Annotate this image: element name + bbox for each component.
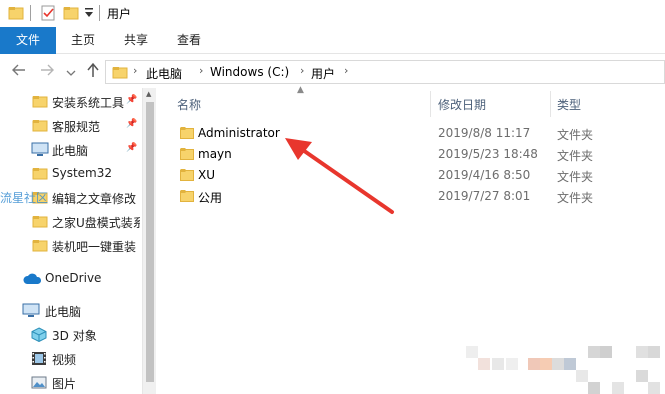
sidebar-item-label: 3D 对象: [52, 329, 97, 343]
file-row[interactable]: 公用 2019/7/27 8:01 文件夹: [157, 186, 665, 207]
breadcrumb-this-pc[interactable]: 此电脑: [146, 65, 182, 82]
sidebar-item-this-pc[interactable]: 此电脑: [0, 299, 142, 322]
file-modified: 2019/5/23 18:48: [438, 147, 538, 161]
folder-icon: [32, 118, 48, 136]
sidebar-item-label: 视频: [52, 353, 77, 367]
file-name: 公用: [198, 191, 223, 205]
sidebar-item-one-key-reinstall[interactable]: 装机吧一键重装: [0, 234, 142, 257]
sidebar-item-pictures[interactable]: 图片: [0, 371, 142, 394]
folder-icon: [180, 147, 194, 163]
column-header-modified[interactable]: 修改日期: [438, 96, 486, 113]
pin-icon[interactable]: 📌: [126, 119, 137, 129]
breadcrumb-windows-c[interactable]: Windows (C:): [210, 65, 289, 79]
file-type: 文件夹: [557, 149, 594, 163]
title-separator: [99, 5, 100, 21]
folder-icon: [32, 94, 48, 112]
up-arrow-icon[interactable]: [84, 62, 102, 82]
breadcrumb-chevron-icon[interactable]: ›: [344, 64, 348, 77]
recent-locations-chevron-icon[interactable]: [62, 65, 80, 81]
file-name: mayn: [198, 147, 232, 161]
pin-icon[interactable]: 📌: [126, 143, 137, 153]
sidebar-item-service-rules[interactable]: 客服规范 📌: [0, 114, 142, 137]
tab-share[interactable]: 共享: [119, 27, 153, 54]
sidebar-item-label: 此电脑: [52, 144, 89, 158]
folder-icon: [180, 189, 194, 205]
watermark-text: 流星社区: [0, 191, 49, 205]
scrollbar-thumb[interactable]: [146, 102, 154, 382]
tab-view[interactable]: 查看: [172, 27, 206, 54]
column-divider[interactable]: [430, 91, 431, 117]
title-bar: 用户: [0, 0, 665, 27]
file-modified: 2019/8/8 11:17: [438, 126, 531, 140]
sidebar-item-label: 安装系统工具: [52, 96, 125, 110]
cube-icon: [31, 327, 47, 345]
column-divider[interactable]: [550, 91, 551, 117]
scroll-up-arrow-icon[interactable]: ▲: [146, 90, 151, 98]
sidebar-item-label: 图片: [52, 377, 77, 391]
sidebar-item-install-tools[interactable]: 安装系统工具 📌: [0, 90, 142, 113]
folder-icon: [112, 65, 128, 83]
computer-icon: [22, 303, 40, 321]
file-type: 文件夹: [557, 170, 594, 184]
file-name: Administrator: [198, 126, 280, 140]
file-name: XU: [198, 168, 216, 182]
tab-file[interactable]: 文件: [0, 27, 56, 54]
sidebar-scrollbar[interactable]: ▲: [142, 88, 156, 394]
file-type: 文件夹: [557, 128, 594, 142]
sidebar-item-label: 客服规范: [52, 120, 101, 134]
navigation-pane: 安装系统工具 📌 客服规范 📌 此电脑 📌 System32 编辑之文章修改 之…: [0, 88, 142, 394]
film-icon: [31, 351, 47, 369]
title-separator: [30, 5, 31, 21]
file-modified: 2019/7/27 8:01: [438, 189, 531, 203]
sidebar-item-label: 编辑之文章修改: [52, 192, 137, 206]
sidebar-item-label: System32: [52, 166, 113, 180]
sidebar-item-label: 装机吧一键重装: [52, 240, 137, 254]
new-folder-icon[interactable]: [63, 5, 79, 24]
properties-checklist-icon[interactable]: [40, 5, 56, 24]
file-type: 文件夹: [557, 191, 594, 205]
sidebar-item-this-pc-pinned[interactable]: 此电脑 📌: [0, 138, 142, 161]
tab-home[interactable]: 主页: [66, 27, 100, 54]
sort-caret-icon: ▲: [297, 85, 304, 95]
pin-icon[interactable]: 📌: [126, 95, 137, 105]
column-header-name[interactable]: 名称: [177, 96, 201, 113]
back-arrow-icon[interactable]: [10, 63, 28, 81]
folder-icon: [180, 168, 194, 184]
picture-icon: [31, 375, 47, 393]
breadcrumb-chevron-icon[interactable]: ›: [300, 64, 304, 77]
folder-icon: [32, 238, 48, 256]
file-row[interactable]: XU 2019/4/16 8:50 文件夹: [157, 165, 665, 186]
folder-icon[interactable]: [8, 5, 24, 24]
cloud-icon: [22, 272, 42, 288]
file-modified: 2019/4/16 8:50: [438, 168, 531, 182]
file-row[interactable]: mayn 2019/5/23 18:48 文件夹: [157, 144, 665, 165]
column-header-type[interactable]: 类型: [557, 96, 581, 113]
forward-arrow-icon[interactable]: [38, 63, 56, 81]
folder-icon: [32, 166, 48, 184]
sidebar-item-usb-install[interactable]: 之家U盘模式装系: [0, 210, 142, 233]
folder-icon: [180, 126, 194, 142]
sidebar-item-onedrive[interactable]: OneDrive: [0, 267, 142, 290]
breadcrumb-chevron-icon[interactable]: ›: [133, 64, 137, 77]
sidebar-item-label: 此电脑: [45, 305, 82, 319]
breadcrumb-chevron-icon[interactable]: ›: [199, 64, 203, 77]
sidebar-item-label: OneDrive: [45, 271, 102, 285]
file-row[interactable]: Administrator 2019/8/8 11:17 文件夹: [157, 123, 665, 144]
sidebar-item-videos[interactable]: 视频: [0, 347, 142, 370]
sidebar-item-system32[interactable]: System32: [0, 162, 142, 185]
sidebar-item-label: 之家U盘模式装系: [52, 216, 140, 230]
folder-icon: [32, 214, 48, 232]
address-bar[interactable]: › 此电脑 › Windows (C:) › 用户 ›: [105, 60, 665, 84]
sidebar-item-3d-objects[interactable]: 3D 对象: [0, 323, 142, 346]
breadcrumb-users[interactable]: 用户: [311, 65, 335, 82]
computer-icon: [31, 142, 49, 160]
window-title: 用户: [107, 7, 132, 21]
ribbon-tabs: 文件 主页 共享 查看: [0, 27, 665, 54]
dropdown-arrow-icon[interactable]: [84, 7, 94, 22]
